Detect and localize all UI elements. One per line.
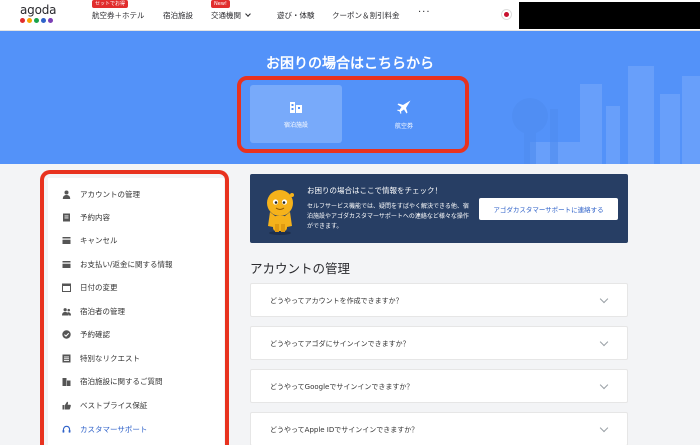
logo-dot — [20, 18, 25, 23]
more-menu-button[interactable]: ··· — [418, 7, 431, 18]
japan-flag-icon[interactable] — [501, 9, 512, 20]
nav-item-label: クーポン＆割引料金 — [332, 11, 400, 20]
nav-item-activities[interactable]: 遊び・体験 — [277, 10, 315, 21]
faq-question: どうやってアゴダにサインインできますか？ — [270, 340, 410, 348]
chevron-down-icon — [599, 337, 609, 347]
logo-text: agoda — [20, 3, 57, 17]
nav-item-label: 航空券＋ホテル — [92, 11, 145, 20]
contact-support-button[interactable]: アゴダカスタマーサポートに連絡する — [479, 198, 618, 220]
logo-dot — [41, 18, 46, 23]
nav-item-flight-hotel[interactable]: 航空券＋ホテル — [92, 10, 145, 21]
nav-item-label: 宿泊施設 — [163, 11, 193, 20]
chevron-down-icon — [245, 11, 251, 17]
faq-item[interactable]: どうやってアカウントを作成できますか？ — [250, 283, 628, 317]
faq-item[interactable]: どうやってアゴダにサインインできますか？ — [250, 326, 628, 360]
nav-item-transport[interactable]: 交通機関 — [211, 10, 251, 21]
faq-item[interactable]: どうやってGoogleでサインインできますか？ — [250, 369, 628, 403]
mascot-illustration — [267, 190, 294, 235]
banner-title: お困りの場合はここで情報をチェック！ — [307, 186, 442, 195]
nav-item-coupons[interactable]: クーポン＆割引料金 — [332, 10, 400, 21]
agoda-logo[interactable]: agoda — [20, 4, 62, 28]
nav-badge-set-deal: セットでお得 — [92, 0, 129, 8]
faq-question: どうやってApple IDでサインインできますか？ — [270, 426, 419, 434]
hero-title: お困りの場合はこちらから — [266, 56, 434, 72]
chevron-down-icon — [599, 423, 609, 433]
self-service-banner: お困りの場合はここで情報をチェック！ セルフサービス機能では、疑問をすばやく解決… — [250, 174, 628, 243]
nav-item-label: 交通機関 — [211, 11, 241, 20]
highlight-box-categories — [237, 76, 469, 153]
nav-item-accommodation[interactable]: 宿泊施設 — [163, 10, 193, 21]
top-nav: agoda セットでお得 航空券＋ホテル 宿泊施設 New! 交通機関 遊び・体… — [0, 0, 700, 31]
nav-badge-new: New! — [211, 0, 230, 8]
highlight-box-sidebar — [40, 170, 229, 445]
faq-question: どうやってアカウントを作成できますか？ — [270, 297, 403, 305]
chevron-down-icon — [599, 380, 609, 390]
faq-question: どうやってGoogleでサインインできますか？ — [270, 383, 414, 391]
logo-dot — [34, 18, 39, 23]
flag-dot — [504, 12, 509, 17]
logo-dot — [27, 18, 32, 23]
logo-dot — [48, 18, 53, 23]
section-title: アカウントの管理 — [250, 261, 351, 276]
banner-text: セルフサービス機能では、疑問をすばやく解決できる他、宿泊施設やアゴダカスタマーサ… — [307, 203, 469, 230]
faq-item[interactable]: どうやってApple IDでサインインできますか？ — [250, 412, 628, 445]
account-area[interactable] — [519, 2, 700, 29]
chevron-down-icon — [599, 294, 609, 304]
logo-dots — [20, 18, 62, 23]
nav-item-label: 遊び・体験 — [277, 11, 315, 20]
